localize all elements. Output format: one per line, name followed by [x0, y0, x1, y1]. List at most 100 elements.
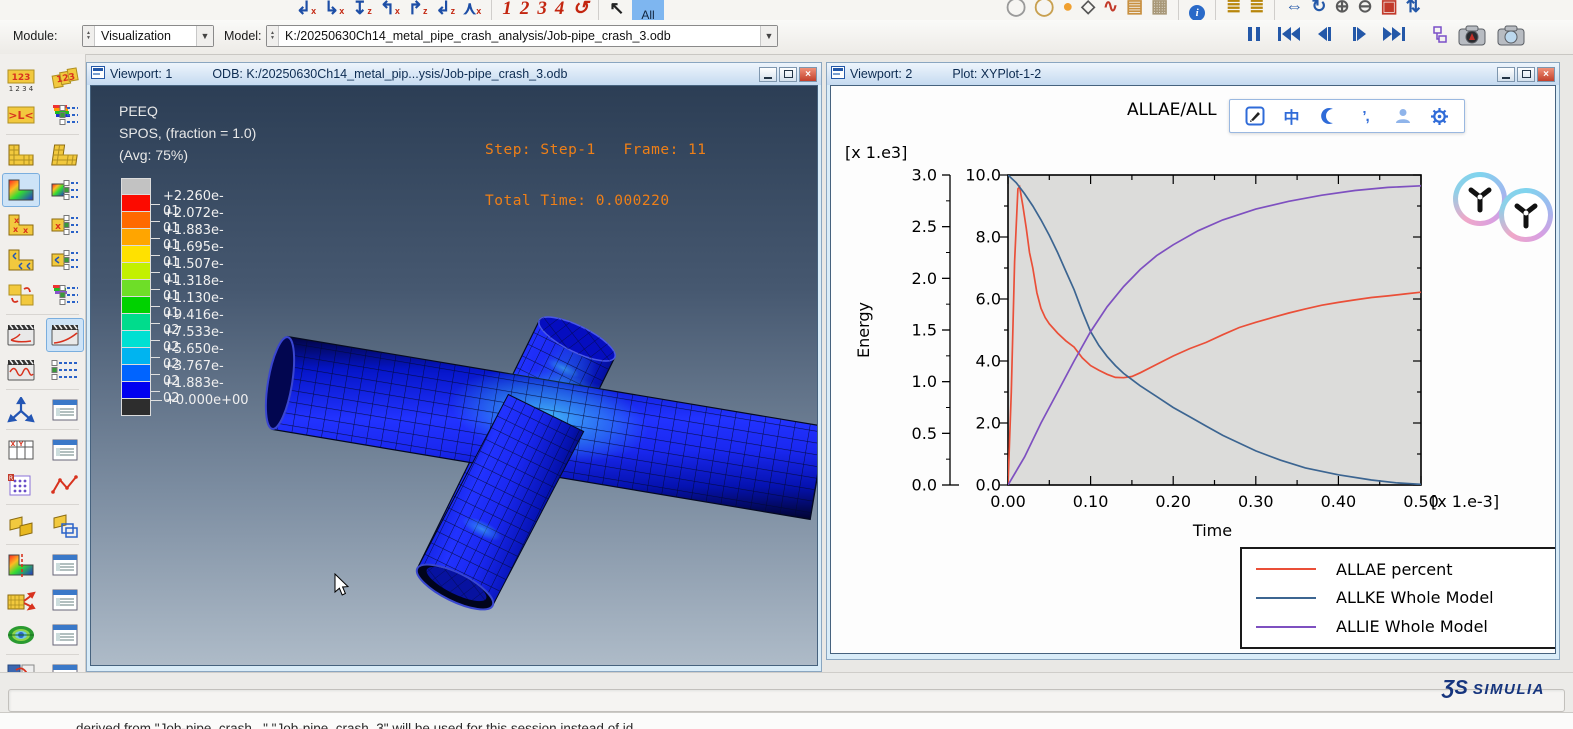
query-probe-values-button[interactable]: R [2, 468, 40, 502]
contour-options-button[interactable] [46, 173, 84, 207]
create-xy-report-button[interactable]: XY [2, 433, 40, 467]
user-lexicon-icon[interactable] [1391, 104, 1415, 128]
view-1-button[interactable]: 1 [502, 0, 512, 21]
view-rotate-x-icon[interactable]: ↰x [380, 0, 400, 21]
xy-plot-curve-button[interactable] [46, 468, 84, 502]
view-axis-x2-icon[interactable]: ↳x [324, 0, 344, 21]
chevron-down-icon[interactable]: ▼ [760, 26, 777, 46]
orientation-options-button[interactable] [46, 243, 84, 277]
free-body-cut-button[interactable] [2, 583, 40, 617]
plot-material-orientations-button[interactable] [2, 243, 40, 277]
chevron-down-icon[interactable]: ▼ [196, 26, 213, 46]
plot-symbols-button[interactable]: xxx [2, 208, 40, 242]
animation-options-button[interactable] [46, 353, 84, 387]
clipped-bottom-tool-button[interactable] [2, 658, 40, 673]
model-spinner[interactable]: ▲▼ [267, 26, 279, 46]
animate-harmonic-button[interactable] [2, 353, 40, 387]
pointer-tool-icon[interactable]: ↖ [609, 0, 624, 21]
close-button[interactable]: × [799, 67, 817, 82]
view-axis-z-icon[interactable]: ↧z [352, 0, 372, 21]
show-element-labels-button[interactable]: 123 [46, 63, 84, 97]
xy-plot-canvas[interactable]: ALLAE/ALL 3.02.52.01.51.00.50.0[x 1.e3]E… [831, 86, 1555, 653]
selection-filter-all[interactable]: All [632, 0, 663, 21]
wireframe-render-icon[interactable]: ◯ [1006, 0, 1026, 19]
stream-manager-button[interactable] [2, 618, 40, 652]
field-output-button[interactable] [2, 508, 40, 542]
input-pen-box-icon[interactable] [1243, 104, 1267, 128]
options-ladder2-icon[interactable]: ≣ [1249, 0, 1264, 19]
spline-icon[interactable]: ∿ [1103, 0, 1118, 19]
symbol-brackets-button[interactable]: >L< [2, 98, 40, 132]
zoom-out-icon[interactable]: ⊖ [1358, 0, 1373, 19]
plot-undeformed-shape-button[interactable] [2, 138, 40, 172]
free-body-options-button[interactable] [46, 583, 84, 617]
chinese-mode-toggle[interactable]: 中 [1280, 104, 1304, 128]
model-canvas[interactable]: PEEQSPOS, (fraction = 1.0)(Avg: 75%) +2.… [91, 86, 817, 665]
view-3-button[interactable]: 3 [537, 0, 547, 21]
cycle-updown-icon[interactable]: ⇅ [1406, 0, 1421, 19]
movie-camera-icon[interactable] [1457, 23, 1487, 52]
allow-multiple-plot-states-button[interactable] [2, 278, 40, 312]
create-display-group-icon[interactable]: ▤ [1126, 0, 1143, 19]
view-cut-manager-button[interactable] [2, 548, 40, 582]
view-axis-x-icon[interactable]: ↲x [296, 0, 316, 21]
fit-view-icon[interactable]: ▣ [1381, 0, 1398, 19]
simulia-logo: ƷSSIMULIA [1442, 677, 1545, 700]
half-full-width-moon-icon[interactable] [1317, 104, 1341, 128]
symbol-options-button[interactable]: x [46, 208, 84, 242]
viewport-1-titlebar[interactable]: Viewport: 1 ODB: K:/20250630Ch14_metal_p… [87, 63, 821, 85]
viewport-2-titlebar[interactable]: Viewport: 2 Plot: XYPlot-1-2 × [827, 63, 1559, 85]
pause-button[interactable] [1243, 25, 1265, 43]
last-image-button[interactable] [1383, 25, 1405, 43]
display-group-manager-icon[interactable]: ▦ [1151, 0, 1168, 19]
view-custom-axis-icon[interactable]: ⋏x [463, 0, 481, 21]
query-info-icon[interactable]: i [1189, 5, 1205, 21]
clipped-bottom-dialog-button[interactable] [46, 658, 84, 673]
zoom-in-icon[interactable]: ⊕ [1334, 0, 1349, 19]
show-node-labels-button[interactable]: 1231 2 3 4 [2, 63, 40, 97]
message-field[interactable] [8, 689, 1565, 712]
plot-deformed-shape-button[interactable] [46, 138, 84, 172]
hidden-render-icon[interactable]: ◯ [1034, 0, 1054, 19]
contour-swatch-3 [121, 229, 151, 246]
perspective-icon[interactable]: ◇ [1081, 0, 1095, 19]
ime-toolbar[interactable]: 中 ’, [1229, 99, 1465, 133]
view-rotate-z-icon[interactable]: ↱z [408, 0, 428, 21]
module-combobox[interactable]: ▲▼ Visualization ▼ [82, 25, 214, 47]
view-cycle-icon[interactable]: ↺ [572, 0, 588, 21]
shaded-render-icon[interactable]: ● [1062, 0, 1073, 19]
xy-report-options-button[interactable] [46, 433, 84, 467]
model-combobox[interactable]: ▲▼ K:/20250630Ch14_metal_pipe_crash_anal… [266, 25, 778, 47]
link-viewports-icon[interactable] [1432, 25, 1448, 50]
punctuation-toggle-icon[interactable]: ’, [1354, 104, 1378, 128]
animate-time-history-button[interactable] [46, 318, 84, 352]
restore-button[interactable] [779, 67, 797, 82]
minimize-button[interactable] [1497, 67, 1515, 82]
triad-logo-icon-2[interactable] [1499, 188, 1553, 242]
pan-view-icon[interactable]: ⇔ [1285, 0, 1303, 19]
next-image-button[interactable] [1348, 25, 1370, 43]
svg-text:R: R [8, 475, 12, 482]
module-spinner[interactable]: ▲▼ [83, 26, 95, 46]
snapshot-camera-icon[interactable] [1496, 23, 1526, 52]
create-xy-data-button[interactable] [2, 393, 40, 427]
view-cut-options-button[interactable] [46, 548, 84, 582]
plot-contours-button[interactable] [2, 173, 40, 207]
animate-scale-factor-button[interactable] [2, 318, 40, 352]
view-2-button[interactable]: 2 [520, 0, 530, 21]
close-button[interactable]: × [1537, 67, 1555, 82]
ime-settings-gear-icon[interactable] [1428, 104, 1452, 128]
options-ladder-icon[interactable]: ≣ [1226, 0, 1241, 19]
xy-data-manager-button[interactable] [46, 393, 84, 427]
plot-state-options-button[interactable] [46, 278, 84, 312]
field-output-dialog-button[interactable] [46, 508, 84, 542]
first-image-button[interactable] [1278, 25, 1300, 43]
previous-image-button[interactable] [1313, 25, 1335, 43]
rotate-view-icon[interactable]: ↻ [1311, 0, 1326, 19]
view-flip-icon[interactable]: ↲z [436, 0, 456, 21]
view-4-button[interactable]: 4 [555, 0, 565, 21]
restore-button[interactable] [1517, 67, 1535, 82]
result-options-button[interactable] [46, 98, 84, 132]
stream-options-button[interactable] [46, 618, 84, 652]
minimize-button[interactable] [759, 67, 777, 82]
